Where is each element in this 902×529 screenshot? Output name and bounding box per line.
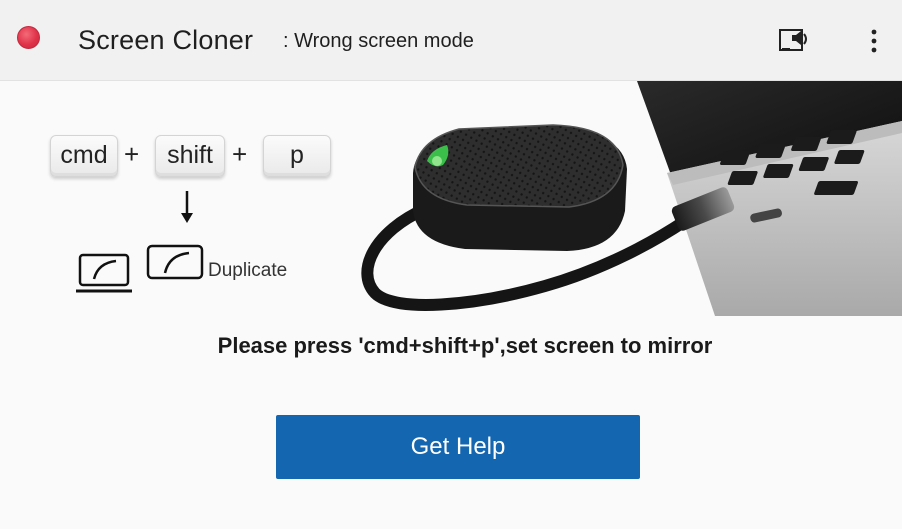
close-window-button[interactable] [17, 26, 40, 49]
laptop-display-icon [76, 253, 132, 293]
duplicate-mode-label: Duplicate [208, 260, 288, 281]
plus-sign: + [124, 139, 140, 169]
key-p: p [263, 135, 331, 177]
app-window: Screen Cloner : Wrong screen mode cmd + … [0, 0, 902, 529]
main-content: cmd + shift + p Duplicate Please press '… [0, 81, 902, 529]
app-title: Screen Cloner [78, 25, 254, 55]
screen-cloner-device-image [361, 81, 902, 316]
more-vertical-icon[interactable] [862, 24, 886, 58]
get-help-button[interactable]: Get Help [276, 415, 640, 479]
screen-audio-icon[interactable] [778, 26, 814, 56]
screen-mode-status: : Wrong screen mode [283, 30, 474, 52]
title-bar: Screen Cloner : Wrong screen mode [0, 0, 902, 81]
key-shift: shift [155, 135, 225, 177]
plus-sign: + [232, 139, 248, 169]
external-display-icon [146, 244, 204, 280]
arrow-down-icon [181, 191, 193, 223]
instruction-text: Please press 'cmd+shift+p',set screen to… [217, 333, 713, 358]
key-cmd: cmd [50, 135, 118, 177]
